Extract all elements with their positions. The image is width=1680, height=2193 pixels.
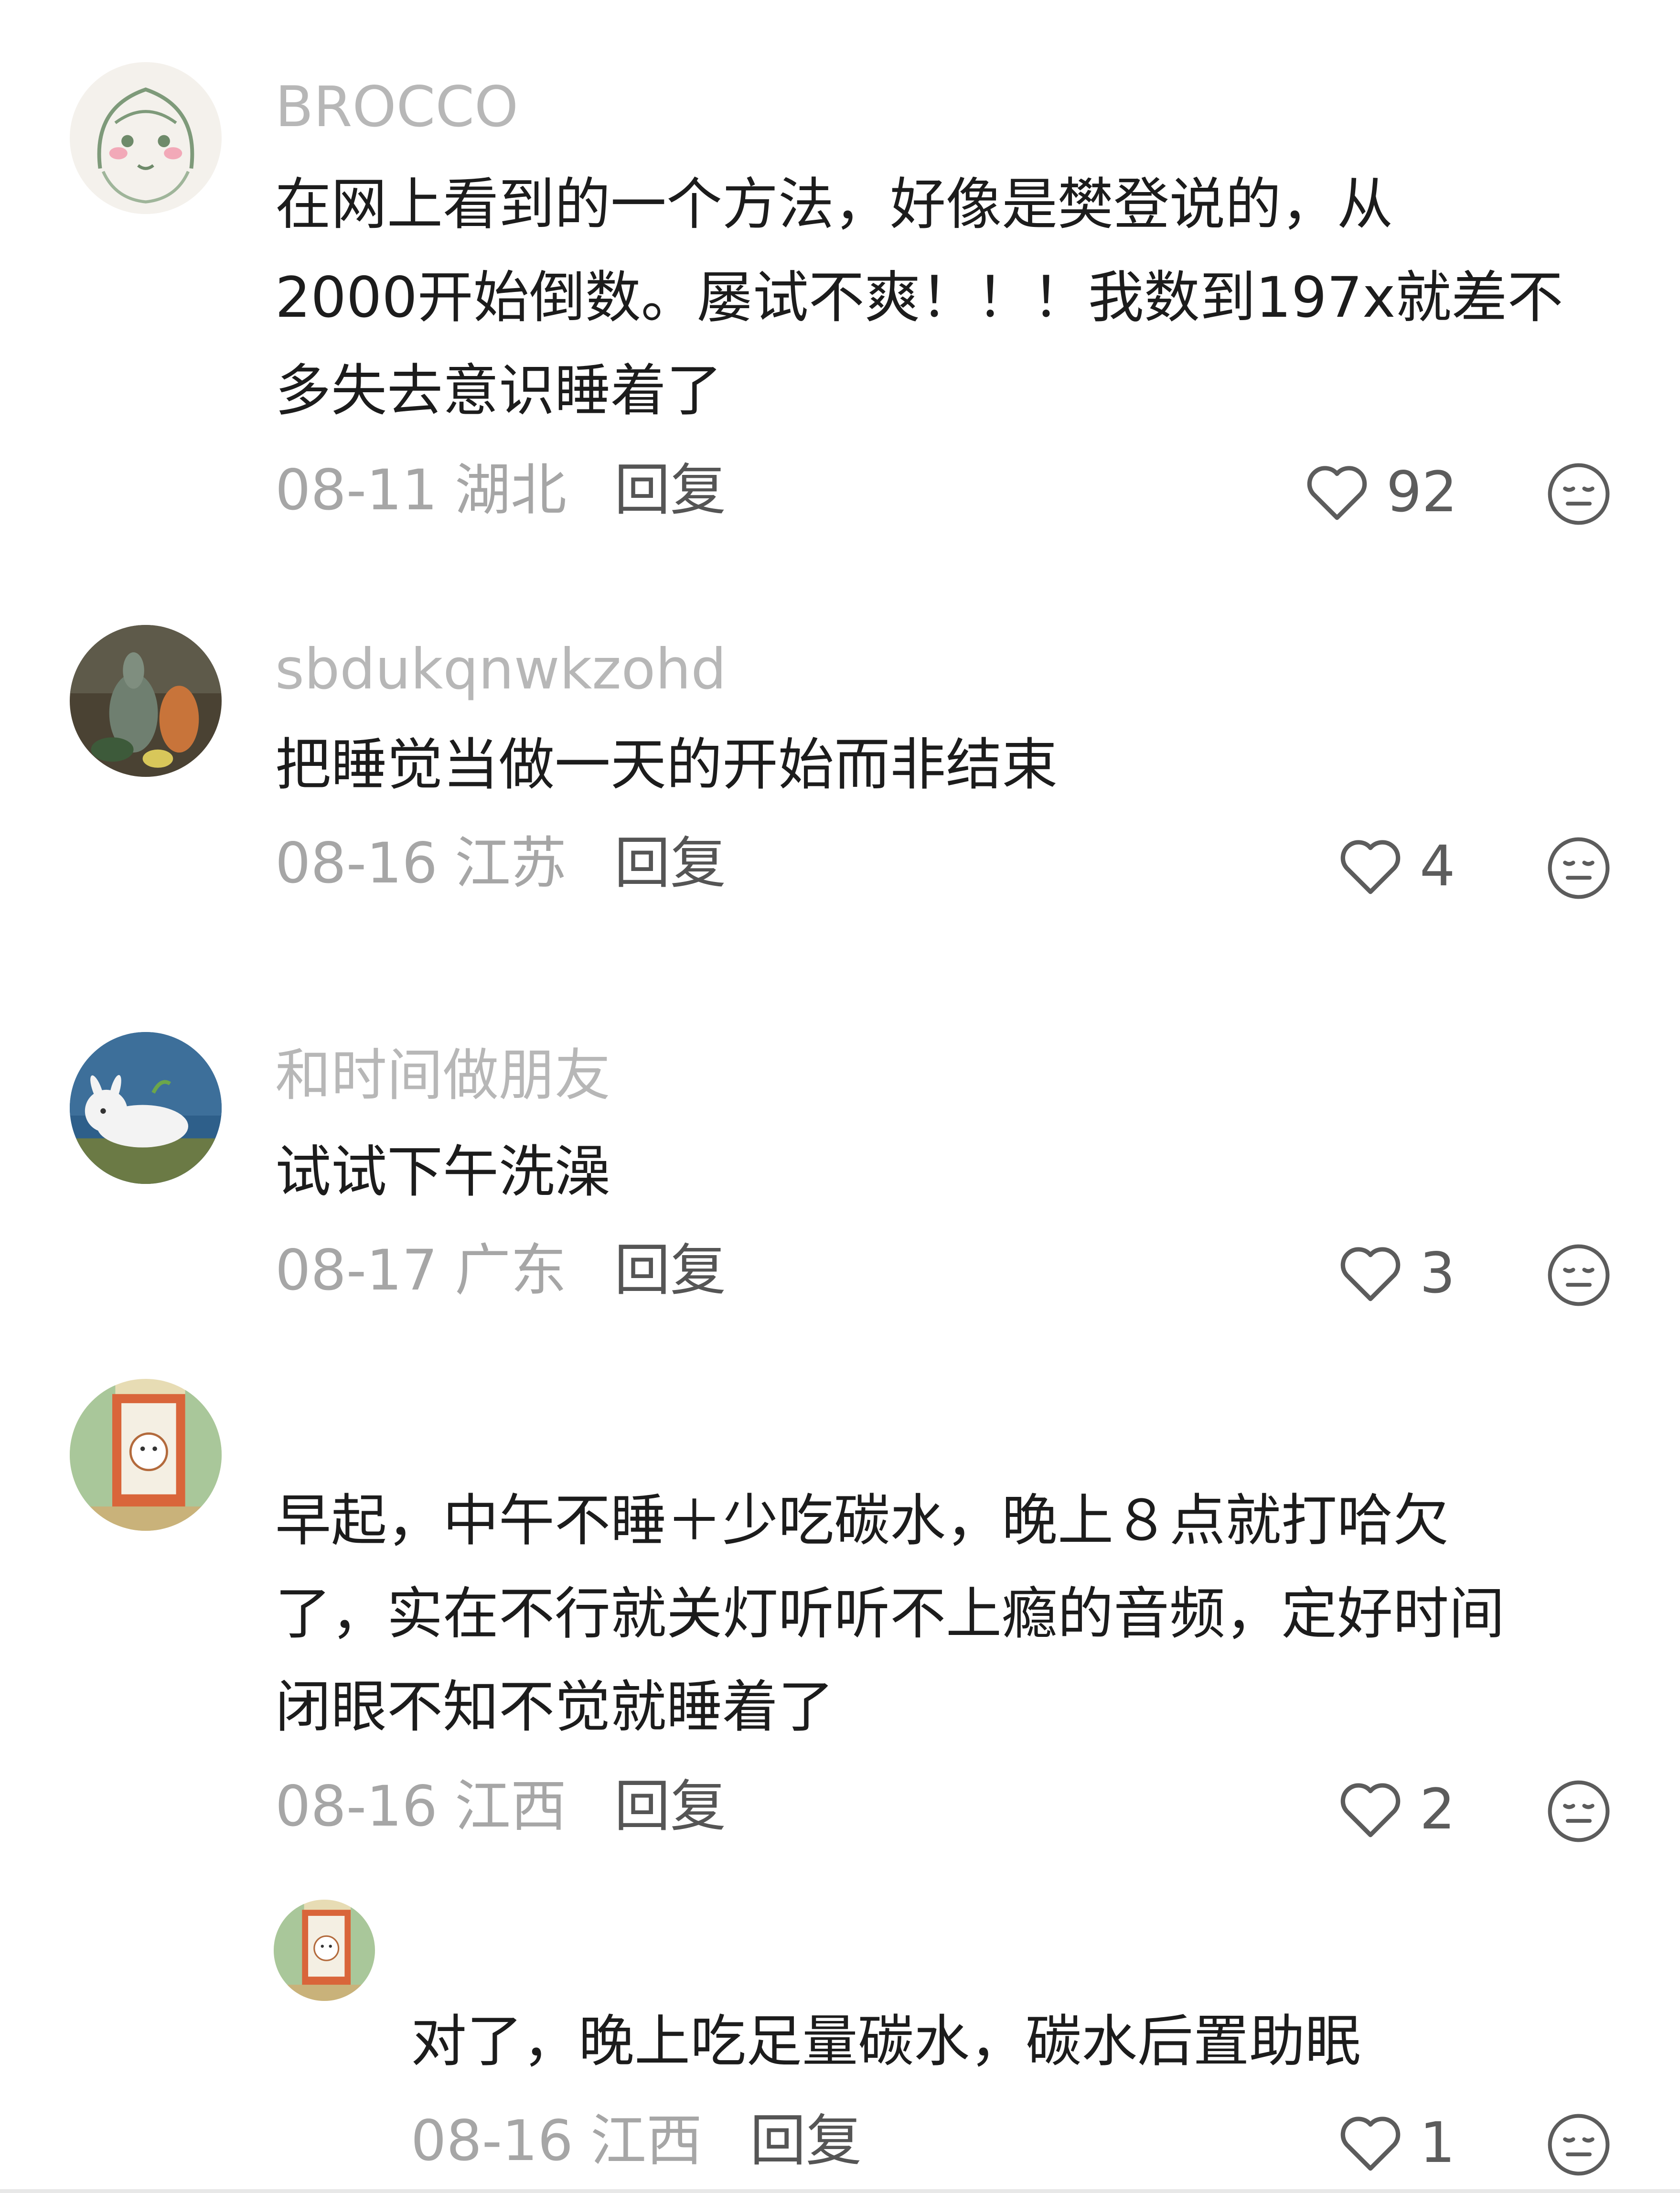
- heart-icon: [1340, 2117, 1401, 2171]
- comment-meta: 08-16 江苏 回复: [275, 835, 726, 891]
- comment-date: 08-17: [275, 1237, 438, 1303]
- comment-region: 广东: [454, 1237, 567, 1303]
- heart-icon: [1340, 1783, 1401, 1838]
- comment-date: 08-16: [275, 830, 438, 896]
- avatar[interactable]: [70, 62, 222, 214]
- comment-line: 试试下午洗澡: [275, 1139, 611, 1204]
- divider: [0, 2189, 1680, 2193]
- comment-date: 08-16: [275, 1774, 438, 1839]
- meh-face-icon: [1548, 837, 1610, 899]
- comment-line: 多失去意识睡着了: [275, 358, 723, 423]
- comment-line: 在网上看到的一个方法，好像是樊登说的，从: [275, 172, 1393, 237]
- comment-text: 早起，中午不睡＋少吃碳水，晚上８点就打哈欠 了，实在不行就关灯听听不上瘾的音频，…: [275, 1474, 1603, 1753]
- meh-face-icon: [1548, 1780, 1610, 1842]
- dislike-button[interactable]: [1546, 1242, 1612, 1308]
- like-button[interactable]: 92: [1304, 461, 1457, 522]
- comment-text: 在网上看到的一个方法，好像是樊登说的，从 2000开始倒数。屡试不爽！！！我数到…: [275, 158, 1603, 437]
- like-count: 3: [1420, 1240, 1455, 1306]
- reply-button[interactable]: 回复: [614, 1237, 726, 1303]
- like-count: 92: [1386, 459, 1457, 525]
- username[interactable]: BROCCO: [275, 79, 518, 135]
- like-button[interactable]: 2: [1338, 1778, 1455, 1839]
- reply-button[interactable]: 回复: [750, 2108, 862, 2173]
- reply-button[interactable]: 回复: [614, 457, 726, 523]
- comment-text: 试试下午洗澡: [275, 1125, 1603, 1218]
- comment-line: 闭眼不知不觉就睡着了: [275, 1674, 835, 1740]
- dislike-button[interactable]: [1546, 461, 1612, 527]
- username[interactable]: sbdukqnwkzohd: [275, 641, 727, 697]
- avatar[interactable]: [274, 1900, 375, 2001]
- like-count: 4: [1420, 833, 1455, 899]
- comment-meta: 08-17 广东 回复: [275, 1242, 726, 1298]
- heart-icon: [1307, 466, 1367, 520]
- comment-region: 江苏: [454, 830, 567, 896]
- comment-date: 08-16: [411, 2108, 573, 2173]
- like-count: 1: [1420, 2109, 1455, 2175]
- comment-region: 江西: [590, 2108, 702, 2173]
- reply-button[interactable]: 回复: [614, 830, 726, 896]
- comment-meta: 08-16 江西 回复: [411, 2113, 862, 2169]
- dislike-button[interactable]: [1546, 1778, 1612, 1844]
- comment-text: 把睡觉当做一天的开始而非结束: [275, 718, 1603, 811]
- meh-face-icon: [1548, 1244, 1610, 1306]
- comment-line: 2000开始倒数。屡试不爽！！！我数到197x就差不: [275, 265, 1563, 330]
- comment-line: 对了，晚上吃足量碳水，碳水后置助眠: [411, 2009, 1361, 2074]
- dislike-button[interactable]: [1546, 835, 1612, 901]
- comment-line: 早起，中午不睡＋少吃碳水，晚上８点就打哈欠: [275, 1488, 1449, 1553]
- reply-button[interactable]: 回复: [614, 1774, 726, 1839]
- comment-region: 江西: [454, 1774, 567, 1839]
- like-button[interactable]: 4: [1338, 835, 1455, 896]
- heart-icon: [1340, 840, 1401, 894]
- meh-face-icon: [1548, 463, 1610, 525]
- avatar[interactable]: [70, 625, 222, 777]
- dislike-button[interactable]: [1546, 2112, 1612, 2178]
- heart-icon: [1340, 1247, 1401, 1301]
- comment-date: 08-11: [275, 457, 438, 523]
- comment-region: 湖北: [454, 457, 567, 523]
- comment-line: 了，实在不行就关灯听听不上瘾的音频，定好时间: [275, 1581, 1505, 1646]
- comment-meta: 08-16 江西 回复: [275, 1778, 726, 1834]
- comment-meta: 08-11 湖北 回复: [275, 462, 726, 518]
- like-button[interactable]: 1: [1338, 2112, 1455, 2173]
- like-count: 2: [1420, 1776, 1455, 1842]
- avatar[interactable]: [70, 1379, 222, 1531]
- meh-face-icon: [1548, 2114, 1610, 2176]
- avatar[interactable]: [70, 1032, 222, 1184]
- comment-text: 对了，晚上吃足量碳水，碳水后置助眠: [411, 1995, 1680, 2088]
- username[interactable]: 和时间做朋友: [275, 1047, 610, 1103]
- comment-line: 把睡觉当做一天的开始而非结束: [275, 732, 1058, 797]
- like-button[interactable]: 3: [1338, 1242, 1455, 1303]
